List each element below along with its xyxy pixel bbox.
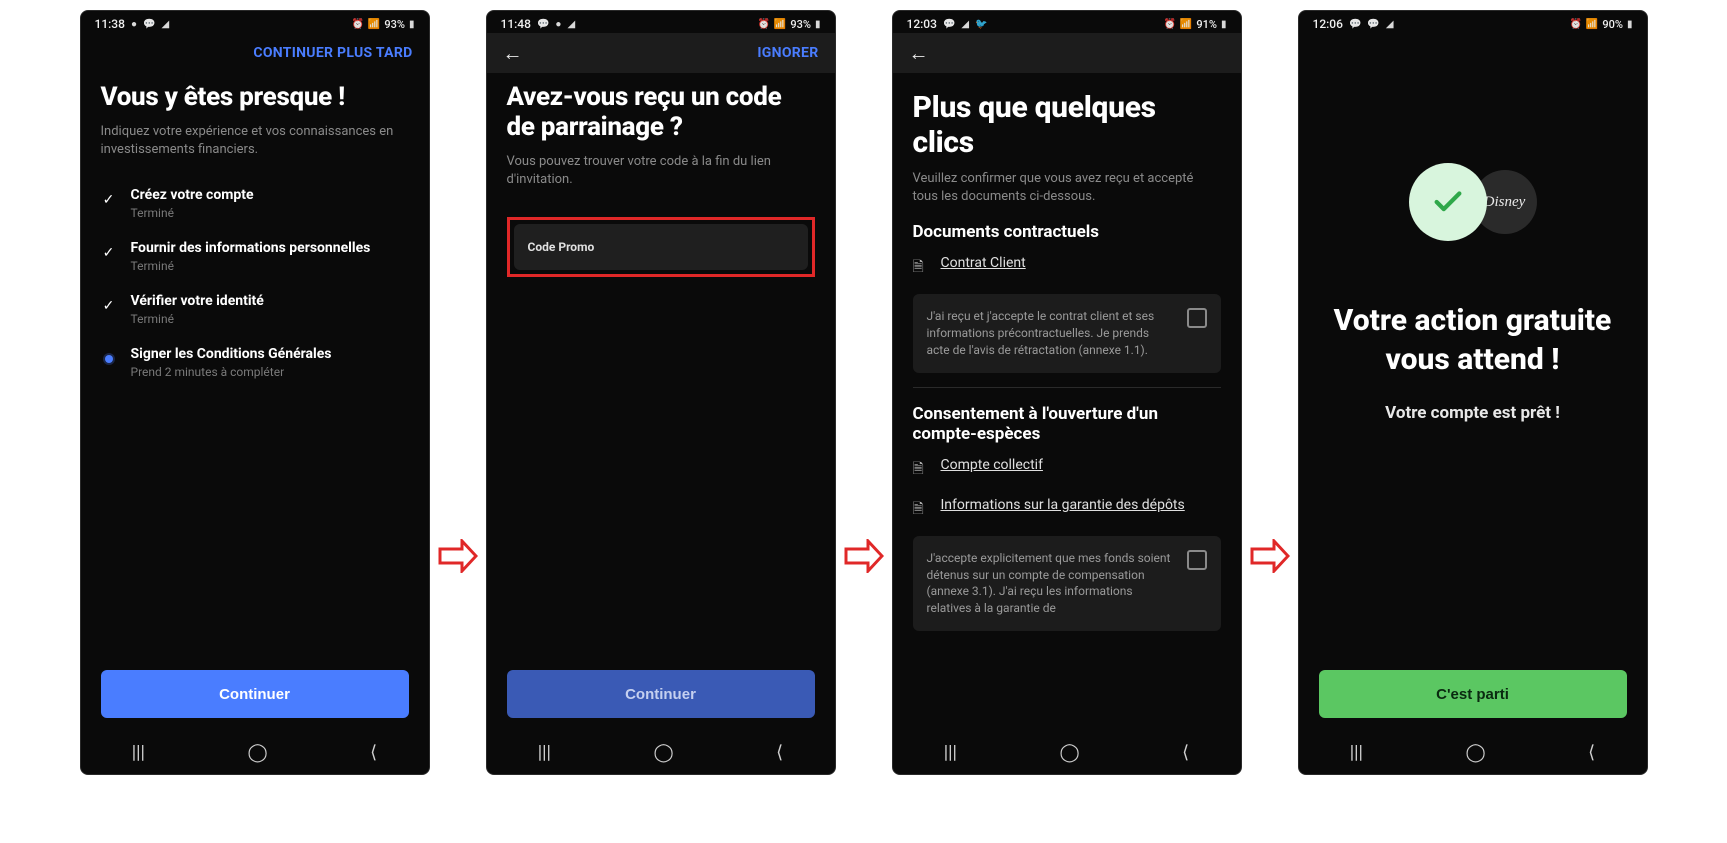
nav-home-icon[interactable]: ◯ <box>1059 742 1079 763</box>
check-icon: ✓ <box>103 192 115 208</box>
status-battery: 93% <box>790 18 811 31</box>
consent-text: J'ai reçu et j'accepte le contrat client… <box>927 308 1175 358</box>
android-nav-bar: ||| ◯ ⟨ <box>893 730 1241 774</box>
section-title-documents: Documents contractuels <box>913 222 1221 242</box>
screen-documents: 12:03💬◢🐦 ⏰📶91%▮ ← Plus que quelques clic… <box>892 10 1242 775</box>
step-sub: Terminé <box>131 206 254 220</box>
doc-link-label: Compte collectif <box>941 456 1043 475</box>
current-dot-icon <box>105 355 113 363</box>
nav-home-icon[interactable]: ◯ <box>653 742 673 763</box>
document-icon: 🗎 <box>913 496 929 522</box>
nav-recents-icon[interactable]: ||| <box>132 742 145 763</box>
status-bar: 12:06💬💬◢ ⏰📶90%▮ <box>1299 11 1647 33</box>
nav-home-icon[interactable]: ◯ <box>247 742 267 763</box>
status-time: 11:48 <box>501 17 531 31</box>
check-icon <box>1431 185 1465 219</box>
doc-link-row[interactable]: 🗎 Compte collectif <box>913 456 1221 482</box>
screen-success: 12:06💬💬◢ ⏰📶90%▮ Disney Votre action grat… <box>1298 10 1648 775</box>
status-bar: 12:03💬◢🐦 ⏰📶91%▮ <box>893 11 1241 33</box>
skip-link[interactable]: IGNORER <box>757 45 818 61</box>
step-sub: Terminé <box>131 259 371 273</box>
flow-arrow-icon <box>1250 539 1290 577</box>
doc-link-label: Contrat Client <box>941 254 1026 273</box>
step-title: Fournir des informations personnelles <box>131 240 371 256</box>
flow-arrow-icon <box>844 539 884 577</box>
nav-recents-icon[interactable]: ||| <box>538 742 551 763</box>
step-row: ✓ Vérifier votre identité Terminé <box>101 293 409 326</box>
android-nav-bar: ||| ◯ ⟨ <box>81 730 429 774</box>
step-sub: Terminé <box>131 312 264 326</box>
back-arrow-icon[interactable]: ← <box>909 41 929 66</box>
doc-link-row[interactable]: 🗎 Contrat Client <box>913 254 1221 280</box>
promo-code-input[interactable]: Code Promo <box>514 224 808 270</box>
page-subtitle: Veuillez confirmer que vous avez reçu et… <box>913 170 1221 206</box>
status-bar: 11:38●💬◢ ⏰📶93%▮ <box>81 11 429 33</box>
section-title-cash-account: Consentement à l'ouverture d'un compte-e… <box>913 404 1221 444</box>
consent-text: J'accepte explicitement que mes fonds so… <box>927 550 1175 617</box>
doc-link-label: Informations sur la garantie des dépôts <box>941 496 1185 515</box>
start-button[interactable]: C'est parti <box>1319 670 1627 718</box>
nav-back-icon[interactable]: ⟨ <box>370 742 377 763</box>
android-nav-bar: ||| ◯ ⟨ <box>1299 730 1647 774</box>
nav-recents-icon[interactable]: ||| <box>1350 742 1363 763</box>
step-row: ✓ Fournir des informations personnelles … <box>101 240 409 273</box>
promo-highlight-box: Code Promo <box>507 217 815 277</box>
topbar: CONTINUER PLUS TARD <box>81 33 429 73</box>
status-battery: 90% <box>1602 18 1623 31</box>
screen-onboarding-progress: 11:38●💬◢ ⏰📶93%▮ CONTINUER PLUS TARD Vous… <box>80 10 430 775</box>
nav-back-icon[interactable]: ⟨ <box>776 742 783 763</box>
status-battery: 91% <box>1196 18 1217 31</box>
step-title: Signer les Conditions Générales <box>131 346 332 362</box>
page-title: Avez-vous reçu un code de parrainage ? <box>507 83 815 143</box>
screen-referral-code: 11:48💬●◢ ⏰📶93%▮ ← IGNORER Avez-vous reçu… <box>486 10 836 775</box>
nav-back-icon[interactable]: ⟨ <box>1588 742 1595 763</box>
promo-code-label: Code Promo <box>528 240 794 254</box>
continue-button[interactable]: Continuer <box>507 670 815 718</box>
step-row: ✓ Créez votre compte Terminé <box>101 187 409 220</box>
consent-box: J'accepte explicitement que mes fonds so… <box>913 536 1221 631</box>
consent-checkbox[interactable] <box>1187 550 1207 570</box>
document-icon: 🗎 <box>913 254 929 280</box>
flow-arrow-icon <box>438 539 478 577</box>
android-nav-bar: ||| ◯ ⟨ <box>487 730 835 774</box>
success-check-badge <box>1409 163 1487 241</box>
consent-checkbox[interactable] <box>1187 308 1207 328</box>
topbar: ← IGNORER <box>487 33 835 73</box>
success-title: Votre action gratuite vous attend ! <box>1319 301 1627 379</box>
step-title: Créez votre compte <box>131 187 254 203</box>
divider <box>913 387 1221 388</box>
status-time: 12:06 <box>1313 17 1343 31</box>
step-row-current: Signer les Conditions Générales Prend 2 … <box>101 346 409 379</box>
status-battery: 93% <box>384 18 405 31</box>
skip-link[interactable]: CONTINUER PLUS TARD <box>253 45 412 61</box>
check-icon: ✓ <box>103 298 115 314</box>
step-title: Vérifier votre identité <box>131 293 264 309</box>
nav-back-icon[interactable]: ⟨ <box>1182 742 1189 763</box>
back-arrow-icon[interactable]: ← <box>503 41 523 66</box>
status-time: 11:38 <box>95 17 125 31</box>
step-sub: Prend 2 minutes à compléter <box>131 365 332 379</box>
consent-box: J'ai reçu et j'accepte le contrat client… <box>913 294 1221 372</box>
nav-recents-icon[interactable]: ||| <box>944 742 957 763</box>
doc-link-row[interactable]: 🗎 Informations sur la garantie des dépôt… <box>913 496 1221 522</box>
page-subtitle: Vous pouvez trouver votre code à la fin … <box>507 153 815 189</box>
page-title: Plus que quelques clics <box>913 91 1221 160</box>
page-title: Vous y êtes presque ! <box>101 83 409 113</box>
document-icon: 🗎 <box>913 456 929 482</box>
continue-button[interactable]: Continuer <box>101 670 409 718</box>
check-icon: ✓ <box>103 245 115 261</box>
status-bar: 11:48💬●◢ ⏰📶93%▮ <box>487 11 835 33</box>
success-subtitle: Votre compte est prêt ! <box>1385 403 1560 423</box>
page-subtitle: Indiquez votre expérience et vos connais… <box>101 123 409 159</box>
nav-home-icon[interactable]: ◯ <box>1465 742 1485 763</box>
success-badge-pair: Disney <box>1409 163 1537 241</box>
status-time: 12:03 <box>907 17 937 31</box>
topbar: ← <box>893 33 1241 73</box>
